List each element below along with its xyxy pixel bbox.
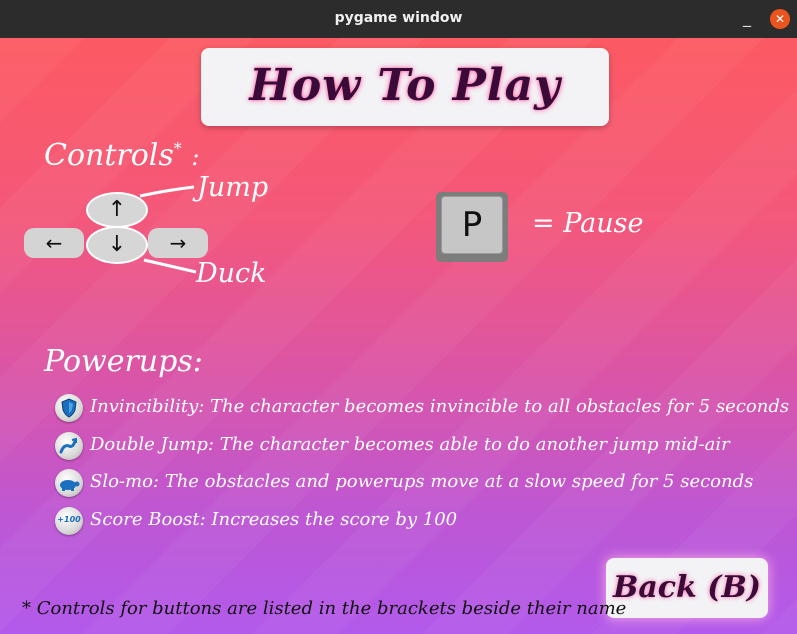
score-boost-icon: +100 bbox=[55, 507, 83, 535]
window-title: pygame window bbox=[334, 10, 463, 26]
controls-asterisk: * bbox=[173, 139, 182, 158]
game-canvas: How To Play Controls* : ← → ↑ ↓ Jump Duc… bbox=[0, 38, 797, 634]
right-arrow-key: → bbox=[148, 228, 208, 258]
left-arrow-key: ← bbox=[24, 228, 84, 258]
powerups-heading: Powerups: bbox=[44, 344, 203, 379]
controls-heading-text: Controls bbox=[44, 138, 174, 173]
double-jump-icon bbox=[55, 432, 83, 460]
powerup-text-invincibility: Invincibility: The character becomes inv… bbox=[90, 396, 790, 417]
controls-heading: Controls* : bbox=[44, 138, 199, 173]
window-titlebar: pygame window _ ✕ bbox=[0, 0, 797, 38]
background-stripes bbox=[0, 38, 797, 634]
powerup-text-double-jump: Double Jump: The character becomes able … bbox=[90, 434, 730, 455]
turtle-icon bbox=[55, 469, 83, 497]
controls-colon: : bbox=[191, 143, 200, 171]
down-arrow-icon: ↓ bbox=[107, 232, 127, 257]
back-button[interactable]: Back (B) bbox=[606, 558, 768, 618]
title-panel: How To Play bbox=[201, 48, 609, 126]
jump-label: Jump bbox=[197, 172, 269, 203]
duck-label: Duck bbox=[196, 258, 267, 289]
back-button-label: Back (B) bbox=[612, 570, 762, 605]
controls-footnote: * Controls for buttons are listed in the… bbox=[22, 598, 627, 619]
close-button[interactable]: ✕ bbox=[770, 9, 790, 29]
up-arrow-key: ↑ bbox=[86, 192, 148, 228]
score-boost-icon-text: +100 bbox=[57, 515, 81, 524]
pause-label: = Pause bbox=[532, 208, 644, 239]
powerup-text-slo-mo: Slo-mo: The obstacles and powerups move … bbox=[90, 471, 754, 492]
pause-key-letter: P bbox=[441, 196, 503, 254]
shield-icon bbox=[55, 394, 83, 422]
right-arrow-icon: → bbox=[169, 231, 187, 255]
left-arrow-icon: ← bbox=[45, 231, 63, 255]
up-arrow-icon: ↑ bbox=[107, 197, 127, 222]
minimize-button[interactable]: _ bbox=[738, 8, 756, 28]
page-title: How To Play bbox=[249, 60, 561, 111]
down-arrow-key: ↓ bbox=[86, 226, 148, 264]
pause-key: P bbox=[436, 192, 508, 262]
powerup-text-score-boost: Score Boost: Increases the score by 100 bbox=[90, 509, 458, 530]
